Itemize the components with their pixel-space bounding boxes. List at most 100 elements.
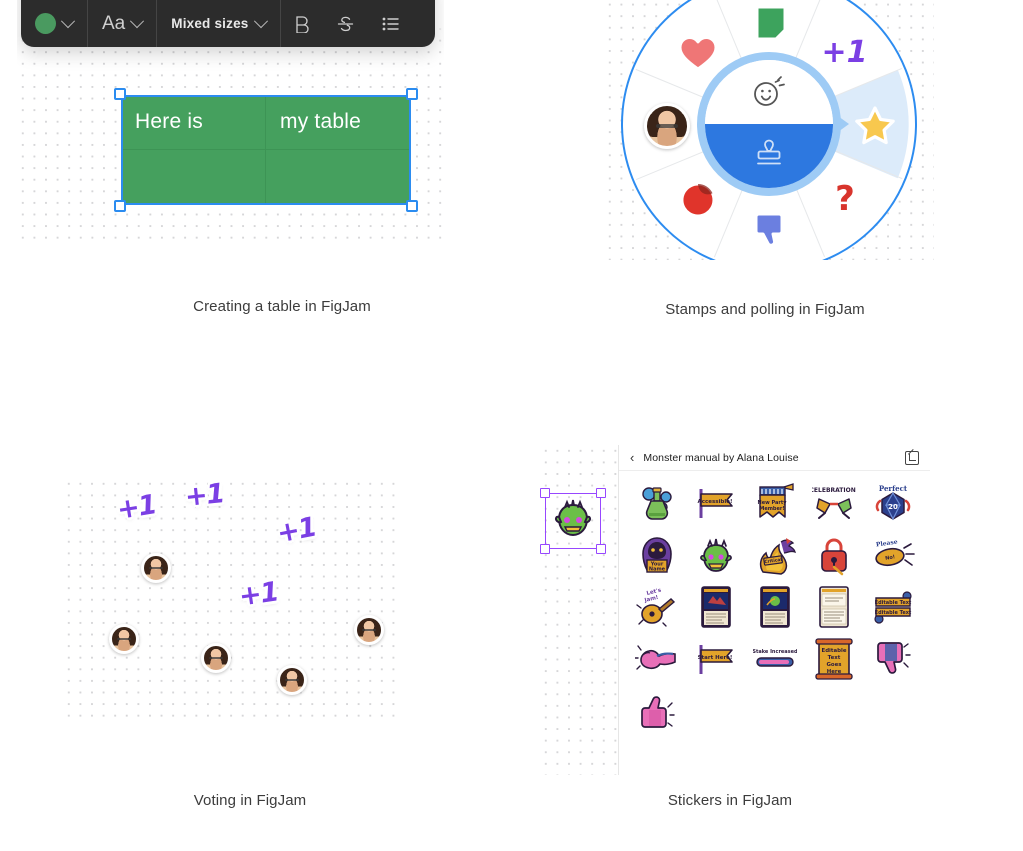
toolbar-font-group: Aa [88, 0, 156, 47]
question-stamp[interactable]: ? [819, 174, 871, 226]
star-icon [855, 106, 895, 145]
stake-increased-sticker[interactable]: Stake Increased [747, 635, 802, 683]
plus-one-stamp[interactable]: +1 [819, 27, 871, 79]
avatar-vote-stamp[interactable] [201, 643, 231, 673]
orc-head-sticker[interactable] [688, 531, 743, 579]
resize-handle-top-right[interactable] [406, 88, 418, 100]
toolbar-style-group [281, 0, 413, 47]
caption-stamps-and-polling: Stamps and polling in FigJam [665, 301, 865, 318]
plus-one-label: +1 [237, 576, 280, 613]
avatar-vote-stamp[interactable] [141, 553, 171, 583]
caption-voting: Voting in FigJam [193, 792, 307, 809]
editable-text-banner-sticker[interactable]: Editable Text Editable Text [865, 583, 920, 631]
svg-text:Goes: Goes [826, 662, 841, 668]
svg-text:Accessible!: Accessible! [697, 499, 732, 505]
color-swatch-icon [35, 13, 56, 34]
avatar-vote-stamp[interactable] [354, 615, 384, 645]
padlock-sticker[interactable] [806, 531, 861, 579]
resize-handle-bottom-right[interactable] [406, 200, 418, 212]
thumbs-down-pink-sticker[interactable] [865, 635, 920, 683]
plus-one-vote-stamp[interactable]: +1 [183, 478, 225, 513]
resize-handle-top-right[interactable] [596, 488, 606, 498]
color-swatch-button[interactable] [21, 0, 87, 47]
selection-outline [121, 95, 411, 205]
sticker-grid: Accessible! New Party Member! CELEBRATIO… [619, 471, 930, 743]
resize-handle-top-left[interactable] [540, 488, 550, 498]
card-dark-1-sticker[interactable] [688, 583, 743, 631]
svg-text:Please: Please [875, 539, 898, 549]
question-mark-icon: ? [833, 180, 857, 220]
chevron-down-icon [60, 13, 76, 28]
collapse-panel-icon[interactable] [905, 450, 919, 465]
page-root: Aa Mixed sizes Here is my table Creating… [0, 0, 1023, 851]
thumbs-down-icon [754, 212, 784, 247]
chevron-left-icon[interactable]: ‹ [630, 451, 634, 464]
caption-creating-a-table: Creating a table in FigJam [193, 298, 371, 315]
heart-stamp[interactable] [672, 27, 724, 79]
strikethrough-button[interactable] [323, 0, 368, 47]
plus-one-vote-stamp[interactable]: +1 [115, 489, 158, 526]
thumbs-down-stamp[interactable] [745, 204, 797, 256]
new-party-member-banner-sticker[interactable]: New Party Member! [747, 479, 802, 527]
plus-one-vote-stamp[interactable]: +1 [274, 512, 318, 550]
thumbs-up-pink-sticker[interactable] [629, 687, 684, 735]
toolbar-color-group [21, 0, 87, 47]
toolbar-size-group: Mixed sizes [157, 0, 279, 47]
avatar-vote-stamp[interactable] [277, 665, 307, 695]
figjam-voting-canvas: +1 +1 +1 +1 [63, 478, 403, 718]
smiley-emoji-icon [754, 76, 785, 106]
svg-text:Editable Text: Editable Text [874, 600, 911, 606]
svg-text:Name: Name [648, 567, 665, 573]
svg-text:Text: Text [827, 655, 840, 661]
potion-bottle-sticker[interactable] [629, 479, 684, 527]
table-object[interactable]: Here is my table [114, 88, 418, 212]
stamp-wheel[interactable]: +1 ? [612, 0, 924, 260]
selected-sticker-object[interactable] [540, 488, 606, 554]
card-light-sticker[interactable] [806, 583, 861, 631]
plus-one-label: +1 [274, 511, 319, 550]
start-here-banner-sticker[interactable]: Start Here! [688, 635, 743, 683]
perfect-d20-sticker[interactable]: Perfect 20 [865, 479, 920, 527]
hooded-figure-sticker[interactable]: Your Name [629, 531, 684, 579]
avatar-stamp[interactable] [644, 103, 690, 149]
avatar-vote-stamp[interactable] [109, 624, 139, 654]
plus-one-vote-stamp[interactable]: +1 [237, 576, 280, 612]
svg-text:Stake Increased: Stake Increased [753, 649, 797, 655]
scroll-sticker[interactable]: Editable Text Goes Here [806, 635, 861, 683]
svg-text:Member!: Member! [759, 506, 784, 512]
svg-text:Here: Here [826, 669, 841, 675]
card-dark-2-sticker[interactable] [747, 583, 802, 631]
resize-handle-bottom-right[interactable] [596, 544, 606, 554]
bulleted-list-button[interactable] [368, 0, 413, 47]
svg-text:Editable: Editable [821, 648, 846, 654]
sticky-note-icon [755, 5, 787, 41]
caption-stickers: Stickers in FigJam [667, 792, 793, 809]
lute-sticker[interactable]: Let's Jam! [629, 583, 684, 631]
bold-button[interactable] [281, 0, 323, 47]
please-banner-sticker[interactable]: Please No! [865, 531, 920, 579]
sticky-note-stamp[interactable] [745, 0, 797, 48]
red-blob-stamp[interactable] [672, 174, 724, 226]
plus-one-label: +1 [114, 489, 159, 526]
font-family-button[interactable]: Aa [88, 0, 156, 47]
accessible-banner-sticker[interactable]: Accessible! [688, 479, 743, 527]
font-size-label: Mixed sizes [171, 16, 249, 31]
svg-text:20: 20 [888, 503, 898, 511]
plus-one-stamp-label: +1 [821, 34, 868, 70]
chevron-down-icon [253, 13, 268, 28]
pointing-hand-sticker[interactable] [629, 635, 684, 683]
red-dot-icon [679, 182, 715, 217]
svg-text:Start Here!: Start Here! [697, 655, 732, 661]
font-size-button[interactable]: Mixed sizes [157, 0, 279, 47]
resize-handle-bottom-left[interactable] [114, 200, 126, 212]
bulleted-list-icon [382, 17, 399, 30]
resize-handle-top-left[interactable] [114, 88, 126, 100]
text-format-toolbar[interactable]: Aa Mixed sizes [21, 0, 435, 47]
resize-handle-bottom-left[interactable] [540, 544, 550, 554]
dragon-fire-sticker[interactable]: Critical [747, 531, 802, 579]
star-stamp[interactable] [849, 100, 901, 152]
stamp-icon [757, 139, 781, 165]
bold-icon [295, 15, 309, 33]
celebration-toast-sticker[interactable]: CELEBRATION! [806, 479, 861, 527]
wheel-hub[interactable] [705, 60, 833, 188]
